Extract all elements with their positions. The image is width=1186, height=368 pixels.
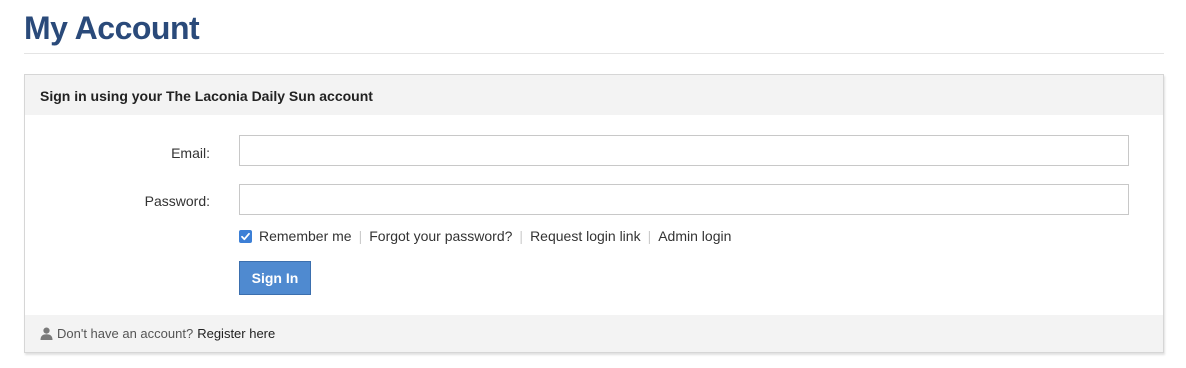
checkmark-icon: [241, 232, 250, 240]
password-field[interactable]: [239, 184, 1129, 215]
title-divider: [24, 53, 1164, 54]
no-account-text: Don't have an account?: [57, 326, 194, 341]
panel-header-text: Sign in using your The Laconia Daily Sun…: [40, 88, 373, 104]
admin-login-link[interactable]: Admin login: [658, 228, 731, 244]
panel-header: Sign in using your The Laconia Daily Sun…: [25, 75, 1163, 115]
separator: |: [358, 228, 363, 244]
separator: |: [519, 228, 524, 244]
panel-footer: Don't have an account? Register here: [25, 315, 1163, 352]
page-title: My Account: [24, 10, 200, 46]
user-icon: [40, 327, 53, 340]
sign-in-button[interactable]: Sign In: [239, 261, 311, 295]
remember-me-label[interactable]: Remember me: [259, 228, 352, 244]
request-login-link[interactable]: Request login link: [530, 228, 641, 244]
email-field[interactable]: [239, 135, 1129, 166]
separator: |: [647, 228, 652, 244]
forgot-password-link[interactable]: Forgot your password?: [369, 228, 512, 244]
page: My Account Sign in using your The Laconi…: [0, 0, 1186, 368]
email-label: Email:: [171, 145, 210, 161]
sign-in-panel: Sign in using your The Laconia Daily Sun…: [24, 74, 1164, 353]
login-options-row: Remember me | Forgot your password? | Re…: [239, 227, 731, 245]
remember-me-checkbox[interactable]: [239, 229, 252, 243]
register-link[interactable]: Register here: [197, 326, 275, 341]
password-label: Password:: [144, 193, 210, 209]
